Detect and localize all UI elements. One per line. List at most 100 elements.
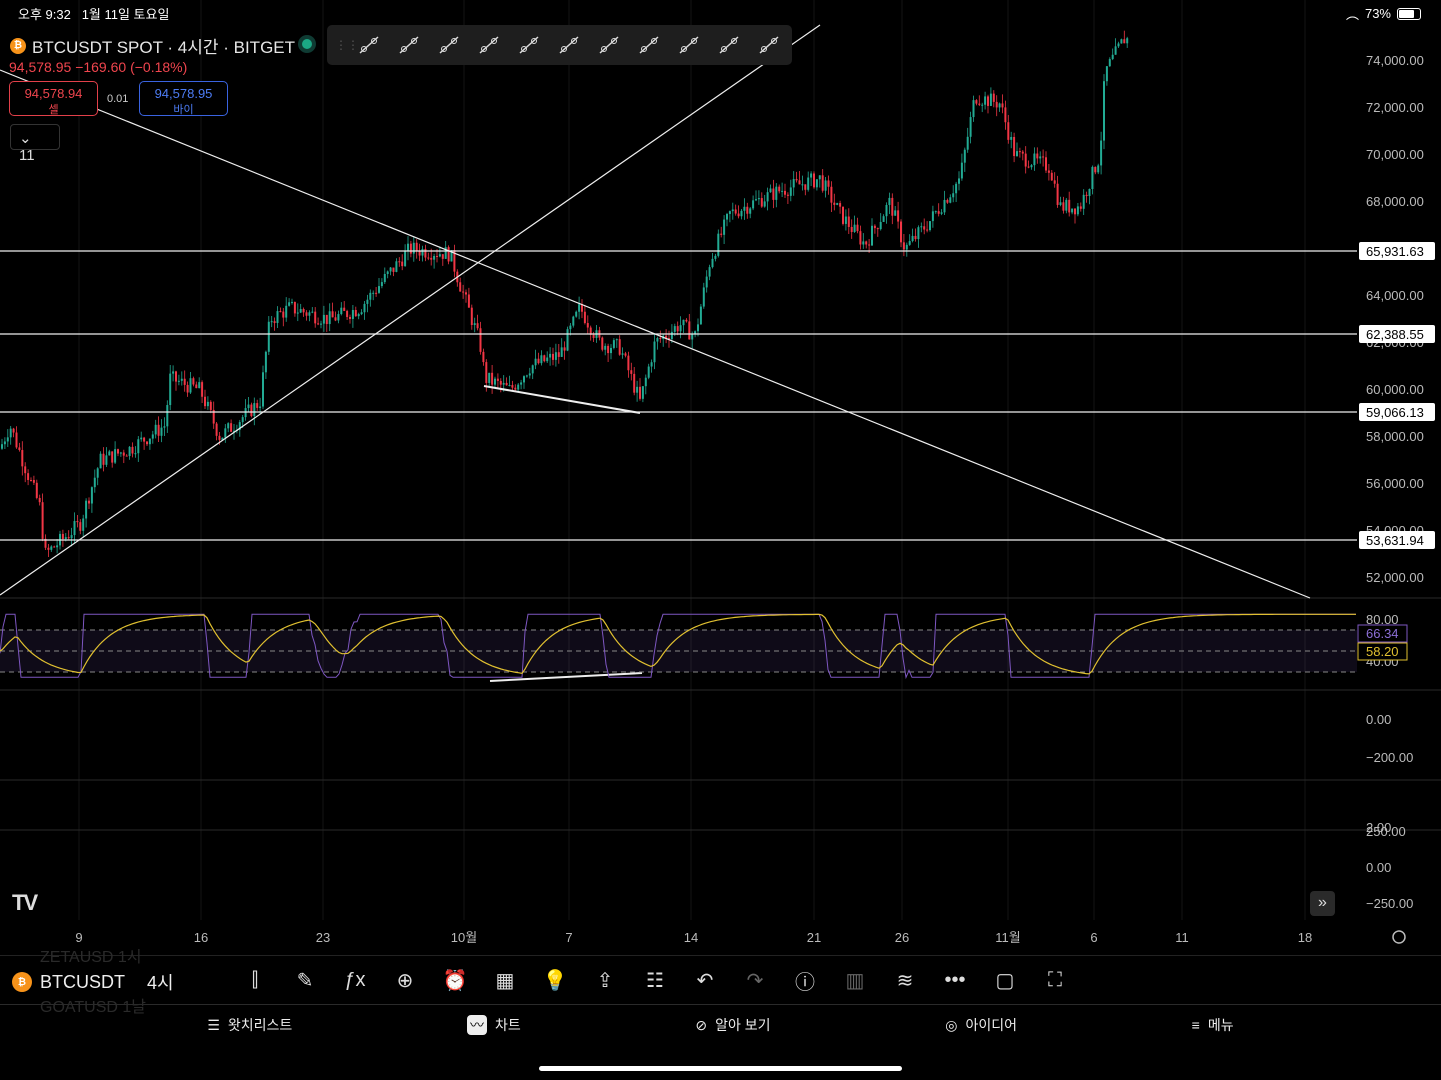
candle-body xyxy=(441,254,444,259)
interval-label[interactable]: 4시 xyxy=(147,969,174,995)
scroll-to-realtime-button[interactable]: » xyxy=(1310,891,1335,916)
candle-body xyxy=(134,453,137,455)
compare-button[interactable]: ≋ xyxy=(880,968,930,993)
extended-line-tool-button[interactable] xyxy=(429,29,469,61)
pitchfork-tool-button[interactable] xyxy=(709,29,749,61)
settings-gear-icon[interactable] xyxy=(1392,930,1406,944)
candle-body xyxy=(966,136,969,150)
ghost-symbol-above: ZETAUSD 1시 xyxy=(40,949,142,966)
indicators-collapse-button[interactable]: ⌄ 11 xyxy=(10,124,60,164)
candle-body xyxy=(821,175,824,191)
trend-line-up[interactable] xyxy=(0,24,821,596)
candle-body xyxy=(505,382,508,386)
candle-body xyxy=(908,241,911,245)
candle-body xyxy=(250,404,253,417)
redo-button[interactable]: ↷ xyxy=(730,968,780,993)
candle-body xyxy=(543,355,546,362)
draw-icon: ✎ xyxy=(296,969,314,992)
crosshair-measure-tool-button[interactable] xyxy=(669,29,709,61)
candle-body xyxy=(972,100,975,118)
trend-line-tool-button[interactable] xyxy=(349,29,389,61)
extended-line-icon xyxy=(439,36,459,54)
candle-body xyxy=(842,206,844,224)
candle-body xyxy=(868,244,871,246)
candle-body xyxy=(331,311,334,318)
alert-button[interactable]: ⏰ xyxy=(430,968,480,993)
divergence-line[interactable] xyxy=(483,385,641,414)
draw-button[interactable]: ✎ xyxy=(280,968,330,993)
nav-menu[interactable]: ≡ 메뉴 xyxy=(1192,1015,1234,1035)
ray-tool-button[interactable] xyxy=(469,29,509,61)
undo-button[interactable]: ↶ xyxy=(680,968,730,993)
candle-body xyxy=(189,378,192,393)
candle-body xyxy=(291,301,293,303)
candle-body xyxy=(656,338,659,342)
idea-button[interactable]: 💡 xyxy=(530,968,580,993)
time-axis-label: 6 xyxy=(1090,930,1097,945)
candle-body xyxy=(749,208,752,214)
symbol-header[interactable]: ₿ BTCUSDT SPOT · 4시간 · BITGET xyxy=(10,33,295,58)
indicators-button[interactable]: ƒx xyxy=(330,969,380,992)
candle-body xyxy=(1097,165,1100,173)
candle-body xyxy=(894,210,897,216)
fullscreen-button[interactable]: ⛶ xyxy=(1030,969,1080,992)
price-chart[interactable]: 74,000.00 72,000.00 70,000.00 68,000.00 64,0… xyxy=(0,0,1441,950)
candle-body xyxy=(514,387,517,390)
candle-body xyxy=(64,537,67,539)
candle-body xyxy=(157,424,160,436)
candle-type-button[interactable]: ⫿ xyxy=(230,969,280,992)
more-button[interactable]: ••• xyxy=(930,969,980,992)
rectangle-icon: ▢ xyxy=(995,969,1015,992)
idea-icon: 💡 xyxy=(542,969,568,992)
candle-body xyxy=(610,347,612,354)
rectangle-button[interactable]: ▢ xyxy=(980,968,1030,993)
time-axis-label: 7 xyxy=(565,930,572,945)
candle-body xyxy=(1111,54,1114,60)
horizontal-ray-tool-button[interactable] xyxy=(389,29,429,61)
share-icon: ⇪ xyxy=(596,969,614,992)
volume-button[interactable]: ▥ xyxy=(830,968,880,993)
symbol-selector[interactable]: ZETAUSD 1시 ₿ BTCUSDT 4시 GOATUSD 1날 xyxy=(0,949,230,1016)
parallel-channel-tool-button[interactable] xyxy=(509,29,549,61)
candle-body xyxy=(714,255,717,259)
fib-retracement-tool-button[interactable] xyxy=(549,29,589,61)
symbol-title[interactable]: BTCUSDT SPOT · 4시간 · BITGET xyxy=(32,33,295,58)
candle-body xyxy=(1027,166,1030,168)
nav-watchlist[interactable]: ☰ 왓치리스트 xyxy=(207,1015,292,1035)
nav-explore[interactable]: ⊘ 알아 보기 xyxy=(695,1015,770,1035)
candle-body xyxy=(186,384,189,393)
candle-body xyxy=(305,312,308,316)
buy-button[interactable]: 94,578.95 바이 xyxy=(139,81,228,116)
nav-chart[interactable]: 〰 차트 xyxy=(466,1015,521,1035)
candle-body xyxy=(1065,199,1068,211)
candle-body xyxy=(244,408,247,418)
price-axis-label: 60,000.00 xyxy=(1366,382,1424,397)
volume-icon: ▥ xyxy=(845,969,865,992)
candle-body xyxy=(172,371,175,374)
candle-body xyxy=(502,382,505,385)
candle-body xyxy=(247,404,250,409)
pane3-axis-label: 0.00 xyxy=(1366,860,1391,875)
drag-handle-icon[interactable]: ⋮⋮ xyxy=(335,38,359,52)
candle-body xyxy=(711,258,714,268)
candle-body xyxy=(728,211,731,214)
price-axis-label: 68,000.00 xyxy=(1366,194,1424,209)
add-button[interactable]: ⊕ xyxy=(380,968,430,993)
candle-body xyxy=(140,437,143,440)
tradingview-logo-icon: TV xyxy=(12,890,38,915)
candle-body xyxy=(38,497,41,503)
clear-drawings-button[interactable]: ☷ xyxy=(630,968,680,993)
layout-button[interactable]: ▦ xyxy=(480,968,530,993)
candle-body xyxy=(746,206,749,214)
rectangle-tool-button[interactable] xyxy=(629,29,669,61)
share-button[interactable]: ⇪ xyxy=(580,968,630,993)
candle-body xyxy=(137,439,140,454)
candle-body xyxy=(1050,172,1053,181)
nav-ideas[interactable]: ◎ 아이디어 xyxy=(945,1015,1017,1035)
info-button[interactable]: ⓘ xyxy=(780,966,830,995)
candle-body xyxy=(320,323,322,325)
candle-body xyxy=(876,228,879,230)
brush-tool-button[interactable] xyxy=(589,29,629,61)
gann-fan-tool-button[interactable] xyxy=(749,29,789,61)
sell-button[interactable]: 94,578.94 셀 xyxy=(9,81,98,116)
